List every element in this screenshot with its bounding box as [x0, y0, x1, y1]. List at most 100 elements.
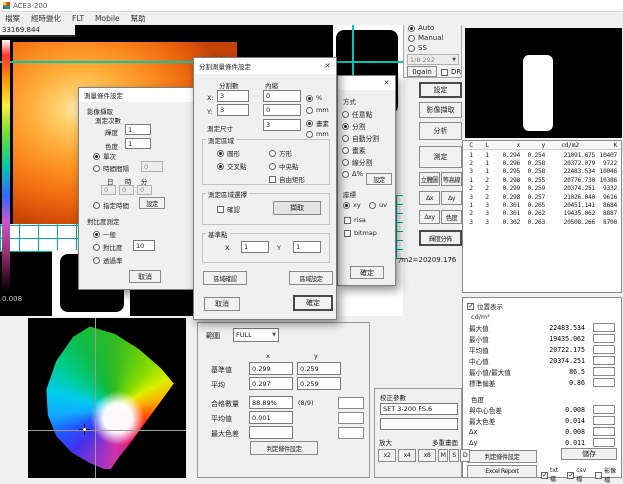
luminance-distribution-button[interactable]: 輝度分佈	[419, 230, 462, 246]
close-icon[interactable]: ✕	[380, 77, 393, 89]
mode-radio-item[interactable]: 畫素	[342, 144, 379, 156]
analyze-button[interactable]: 分析	[419, 122, 462, 140]
bitmap-checkbox[interactable]: bitmap	[344, 229, 377, 237]
radio-mm2[interactable]: mm	[306, 130, 329, 138]
x-inset-field[interactable]: 0	[263, 90, 301, 102]
mode-radio-item[interactable]: 分割	[342, 120, 379, 132]
reference-x-field[interactable]: 0.299	[249, 362, 293, 375]
delta-set-button[interactable]: 設定	[366, 173, 392, 185]
multi-m-button[interactable]: M	[438, 449, 448, 462]
menu-item-file[interactable]: 檔案	[5, 13, 20, 24]
menu-item-trend[interactable]: 經時變化	[31, 13, 61, 24]
delta-xy-button[interactable]: Δxy	[419, 210, 440, 224]
y-division-field[interactable]: 3	[217, 104, 249, 116]
image-capture-button[interactable]: 影像擷取	[419, 102, 462, 118]
chromaticity-button[interactable]: 色度	[441, 210, 462, 224]
multi-s-button[interactable]: S	[449, 449, 459, 462]
radio-interval[interactable]: 時間間隔	[93, 163, 129, 173]
table-row[interactable]: 120.2980.25520776.73010386	[463, 176, 621, 184]
settings-button[interactable]: 設定	[419, 82, 462, 98]
size-field[interactable]: 3	[263, 119, 301, 131]
judge-condition-button[interactable]: 判定條件設定	[250, 441, 318, 455]
average-x-field[interactable]: 0.297	[249, 377, 293, 390]
radio-single[interactable]: 單次	[93, 151, 116, 161]
range-select[interactable]: FULL▼	[233, 328, 279, 342]
csv-checkbox[interactable]: csv檔	[567, 467, 591, 483]
mode-radio-item[interactable]: 線分割	[342, 156, 379, 168]
table-row[interactable]: 230.3010.26219435.0628887	[463, 210, 621, 218]
radio-uv[interactable]: uv	[369, 201, 387, 209]
base-x-field[interactable]: 1	[241, 241, 269, 253]
table-row[interactable]: 320.2980.25721026.0409616	[463, 193, 621, 201]
radio-pixel[interactable]: 畫素	[306, 118, 329, 128]
shutter-select[interactable]: 1/8 292▼	[407, 54, 459, 65]
average-y-field[interactable]: 0.259	[297, 377, 341, 390]
radio-contrast[interactable]: 對比度	[93, 242, 123, 252]
time-set-button[interactable]: 設定	[139, 197, 165, 209]
free-rect-checkbox[interactable]: 自由矩形	[269, 174, 305, 184]
radio-xy[interactable]: xy	[343, 201, 361, 209]
table-row[interactable]: 220.2990.25920374.2519332	[463, 185, 621, 193]
delta-y-button[interactable]: Δy	[441, 191, 462, 205]
image-file-checkbox[interactable]: 影像檔	[595, 466, 621, 484]
zoom-x8-button[interactable]: x8	[418, 449, 436, 462]
table-row[interactable]: 110.2940.25421091.67510407	[463, 151, 621, 159]
measure-button[interactable]: 測定	[419, 146, 462, 168]
solid-graph-button[interactable]: 立體圖	[419, 172, 440, 186]
cancel-button[interactable]: 取消	[204, 297, 240, 311]
radio-ss[interactable]: SS	[408, 44, 427, 52]
camera-thumbnail-image[interactable]	[465, 28, 622, 138]
radio-transmittance[interactable]: 透過率	[93, 255, 123, 265]
zoom-x2-button[interactable]: x2	[378, 449, 396, 462]
cancel-button[interactable]: 取消	[129, 270, 161, 283]
dialog-title[interactable]: 分割測量條件設定✕	[194, 58, 336, 74]
dialog-title[interactable]: ✕	[338, 76, 395, 90]
delta-x-button[interactable]: Δx	[419, 191, 440, 205]
ok-button[interactable]: 確定	[350, 266, 384, 279]
radio-auto[interactable]: Auto	[408, 24, 434, 32]
luminance-count-field[interactable]: 1	[125, 124, 151, 135]
multi-d-button[interactable]: D	[460, 449, 470, 462]
region-confirm-button[interactable]: 區域確認	[203, 271, 247, 285]
x-division-field[interactable]: 3	[217, 90, 249, 102]
reference-y-field[interactable]: 0.259	[297, 362, 341, 375]
radio-square[interactable]: 方形	[269, 148, 292, 158]
txt-checkbox[interactable]: txt檔	[541, 467, 563, 483]
close-icon[interactable]: ✕	[321, 60, 334, 72]
position-display-checkbox[interactable]: 位置表示	[467, 301, 503, 311]
zero-gain-button[interactable]: 0gain	[407, 66, 437, 77]
menu-item-mobile[interactable]: Mobile	[95, 14, 120, 23]
confirm-checkbox[interactable]: 確認	[217, 204, 240, 214]
calibration-extra-field[interactable]	[380, 418, 458, 430]
radio-manual[interactable]: Manual	[408, 34, 443, 42]
radio-general[interactable]: 一般	[93, 229, 116, 239]
base-y-field[interactable]: 1	[293, 241, 321, 253]
calibration-set-field[interactable]: SET 3-200 FS.6	[380, 403, 458, 415]
risa-checkbox[interactable]: risa	[344, 216, 366, 224]
mode-radio-item[interactable]: 自動分割	[342, 132, 379, 144]
judge-condition-button[interactable]: 判定條件設定	[467, 450, 537, 463]
save-button[interactable]: 儲存	[561, 448, 617, 460]
table-row[interactable]: 130.3010.26520451.1418684	[463, 201, 621, 209]
cie-chromaticity-diagram[interactable]	[28, 318, 186, 478]
radio-circle[interactable]: 圓形	[217, 148, 240, 158]
menu-item-flt[interactable]: FLT	[72, 14, 84, 23]
radio-cross-point[interactable]: 交叉點	[217, 161, 247, 171]
radio-mm[interactable]: mm	[306, 106, 329, 114]
mode-radio-item[interactable]: 任意點	[342, 108, 379, 120]
radio-specified-time[interactable]: 指定時間	[93, 200, 129, 210]
table-row[interactable]: 210.2960.25820372.0799722	[463, 159, 621, 167]
zoom-x4-button[interactable]: x4	[398, 449, 416, 462]
radio-center-point[interactable]: 中央點	[269, 161, 299, 171]
dr-checkbox[interactable]: DR	[441, 68, 461, 76]
chroma-count-field[interactable]: 1	[125, 138, 151, 149]
region-set-button[interactable]: 區域設定	[289, 271, 333, 285]
contour-button[interactable]: 等高線	[441, 172, 462, 186]
dialog-title[interactable]: 測量條件設定	[79, 88, 197, 102]
table-row[interactable]: 330.3020.26320508.2668700	[463, 218, 621, 226]
table-row[interactable]: 310.2950.25822483.53410046	[463, 168, 621, 176]
contrast-value-field[interactable]: 10	[133, 240, 155, 251]
menu-item-help[interactable]: 幫助	[131, 13, 146, 24]
y-inset-field[interactable]: 0	[263, 104, 301, 116]
radio-percent[interactable]: %	[306, 94, 322, 102]
